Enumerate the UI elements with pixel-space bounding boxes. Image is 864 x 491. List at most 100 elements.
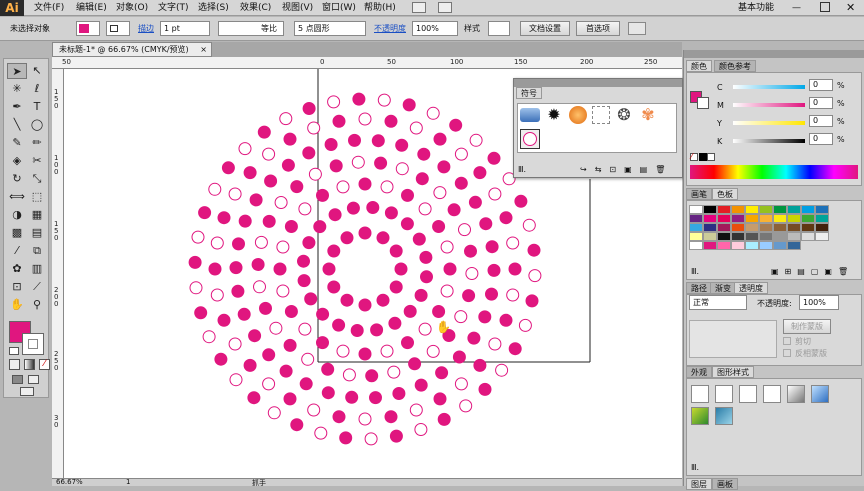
dot[interactable] [327, 95, 341, 109]
menu-view[interactable]: 视图(V) [282, 0, 313, 16]
color-spectrum[interactable] [690, 165, 858, 179]
panel-menu-icon[interactable] [628, 22, 646, 35]
opacity-label[interactable]: 不透明度 [374, 23, 406, 34]
dot[interactable] [329, 159, 343, 173]
dot[interactable] [336, 180, 350, 194]
style-item[interactable] [715, 385, 733, 403]
magenta-slider[interactable] [733, 103, 805, 107]
tab-color-guide[interactable]: 颜色参考 [714, 60, 756, 72]
dot[interactable] [302, 102, 316, 115]
dot[interactable] [527, 243, 541, 257]
dot[interactable] [366, 201, 380, 214]
brush-definition[interactable]: 5 点圆形 [294, 21, 366, 36]
fill-swatch[interactable] [76, 21, 100, 36]
gradient-tool-icon[interactable]: ▤ [27, 225, 47, 241]
swatch[interactable] [801, 232, 815, 241]
dot[interactable] [454, 147, 468, 161]
document-tab[interactable]: 未标题-1* @ 66.67% (CMYK/预览) × [52, 42, 212, 57]
dot[interactable] [479, 217, 493, 231]
type-tool-icon[interactable]: T [27, 99, 47, 115]
eyedropper-icon[interactable]: ⁄ [7, 243, 27, 259]
close-icon[interactable]: ✕ [846, 1, 855, 14]
dot[interactable] [352, 92, 366, 106]
dot[interactable] [495, 363, 509, 377]
dot[interactable] [262, 348, 276, 362]
black-slider[interactable] [733, 139, 805, 143]
dot[interactable] [462, 289, 476, 303]
dot[interactable] [228, 187, 242, 201]
swatch[interactable] [745, 223, 759, 232]
color-stroke-preview[interactable] [697, 97, 709, 109]
dot[interactable] [321, 386, 335, 400]
rotate-tool-icon[interactable]: ↻ [7, 171, 27, 187]
stroke-color-box[interactable] [22, 333, 44, 355]
dot[interactable] [467, 331, 481, 345]
swatch[interactable] [689, 214, 703, 223]
swatch[interactable] [731, 232, 745, 241]
swatch[interactable] [745, 205, 759, 214]
dot[interactable] [198, 206, 212, 220]
dot[interactable] [254, 235, 268, 249]
dot[interactable] [401, 336, 414, 350]
dot[interactable] [348, 133, 361, 147]
dot[interactable] [328, 208, 342, 222]
dot[interactable] [402, 98, 416, 112]
dot[interactable] [459, 399, 473, 413]
dot[interactable] [485, 287, 498, 301]
dot[interactable] [358, 177, 372, 191]
swatch[interactable] [703, 223, 717, 232]
dot[interactable] [202, 330, 216, 344]
dot[interactable] [307, 121, 321, 135]
default-colors-icon[interactable] [9, 347, 19, 355]
dot[interactable] [387, 365, 401, 379]
swatch[interactable] [787, 205, 801, 214]
symbol-actions[interactable]: ↪⇆⊡▣▤🗑 [580, 165, 673, 174]
dot[interactable] [279, 364, 293, 378]
dot[interactable] [508, 342, 522, 356]
dot[interactable] [408, 357, 422, 371]
symbol-library-icon[interactable]: Ⅲ. [518, 165, 526, 174]
swatch[interactable] [801, 214, 815, 223]
dot[interactable] [259, 301, 272, 315]
none-color-icon[interactable]: ⁄ [690, 153, 698, 161]
dot[interactable] [506, 288, 520, 302]
dot[interactable] [297, 254, 310, 268]
style-library-icon[interactable]: Ⅲ. [691, 463, 699, 472]
dot[interactable] [432, 220, 446, 233]
dot[interactable] [384, 410, 398, 424]
dot[interactable] [313, 220, 327, 234]
draw-behind-icon[interactable] [28, 375, 39, 384]
pencil-icon[interactable]: ✏ [27, 135, 47, 151]
dot[interactable] [518, 318, 532, 332]
dot[interactable] [506, 236, 520, 250]
stroke-weight-input[interactable]: 1 pt [160, 21, 210, 36]
swatch[interactable] [689, 241, 703, 250]
dot[interactable] [298, 322, 312, 336]
dot[interactable] [433, 132, 447, 146]
dot[interactable] [415, 172, 429, 186]
swatch[interactable] [759, 205, 773, 214]
dot[interactable] [469, 133, 483, 147]
dot[interactable] [191, 230, 205, 244]
dot[interactable] [528, 269, 542, 283]
dot[interactable] [262, 377, 276, 391]
dot[interactable] [281, 158, 295, 172]
dot[interactable] [279, 112, 293, 126]
dot[interactable] [454, 377, 468, 391]
dot[interactable] [370, 323, 384, 337]
bridge-icon[interactable] [412, 2, 426, 13]
dot[interactable] [358, 412, 372, 426]
dot[interactable] [454, 310, 468, 324]
dot[interactable] [194, 306, 208, 320]
menu-window[interactable]: 窗口(W) [322, 0, 356, 16]
dot[interactable] [388, 316, 402, 330]
dot[interactable] [392, 387, 406, 400]
style-item[interactable] [739, 385, 757, 403]
menu-object[interactable]: 对象(O) [116, 0, 148, 16]
swatch[interactable] [759, 232, 773, 241]
menu-select[interactable]: 选择(S) [198, 0, 229, 16]
swatch[interactable] [689, 232, 703, 241]
dot[interactable] [384, 114, 398, 128]
dot[interactable] [522, 218, 536, 232]
none-mode-icon[interactable]: ⁄ [39, 359, 50, 370]
